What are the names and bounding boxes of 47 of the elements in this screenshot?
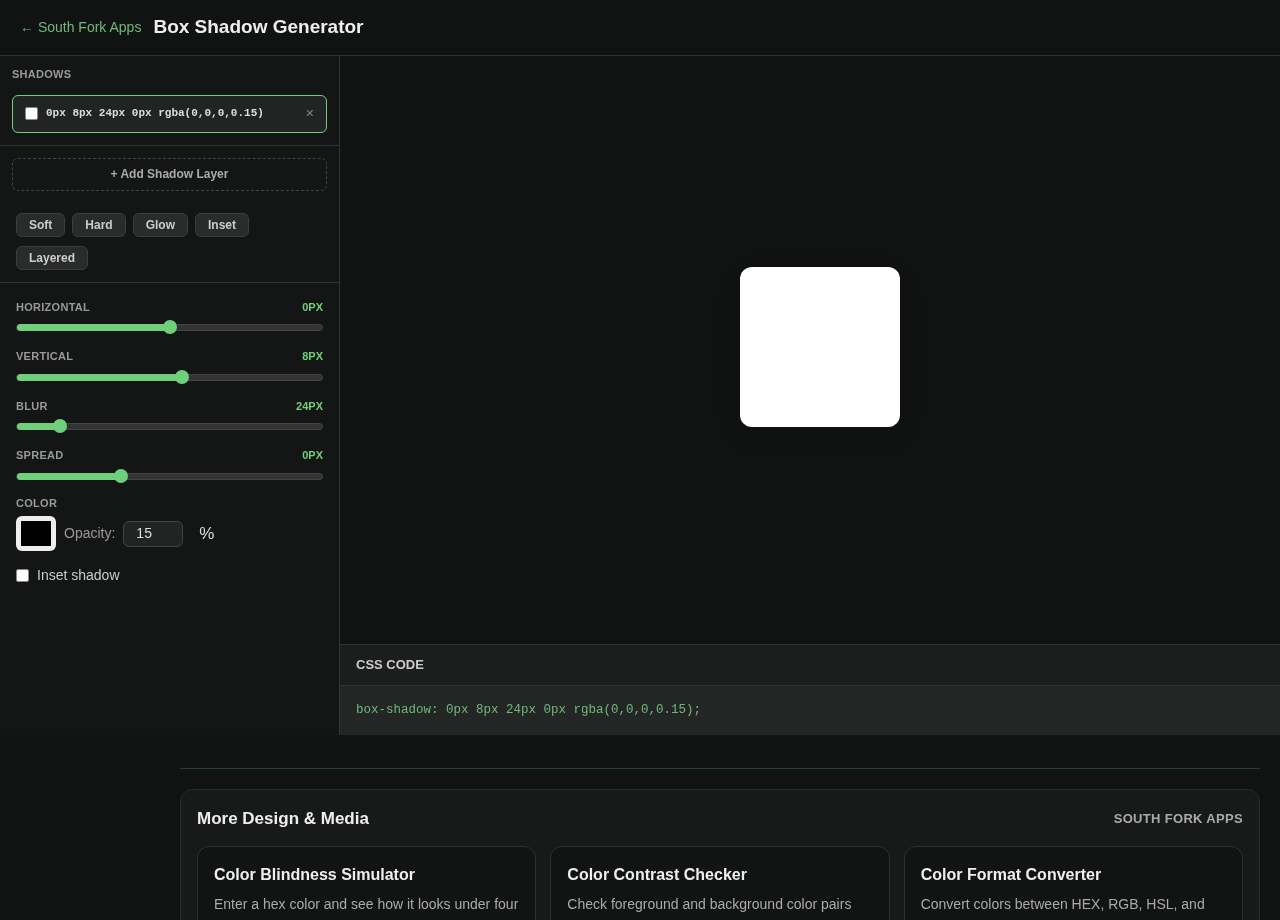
slider-track[interactable] <box>16 373 323 381</box>
preset-button[interactable]: Glow <box>132 212 188 237</box>
slider-label: SPREAD <box>16 448 64 463</box>
percent-label: % <box>199 522 215 545</box>
css-heading: CSS CODE <box>356 656 424 675</box>
preset-button[interactable]: Layered <box>16 245 89 270</box>
inset-label: Inset shadow <box>37 566 120 585</box>
slider-reading: 8PX <box>302 349 323 364</box>
preset-button[interactable]: Inset <box>195 212 250 237</box>
opacity-label: Opacity: <box>64 524 116 543</box>
tool-card[interactable]: Color Contrast Checker Check foreground and background color pairs <box>550 845 890 920</box>
slider-thumb[interactable] <box>52 419 67 433</box>
brand-label: SOUTH FORK APPS <box>1113 810 1243 828</box>
layer-checkbox[interactable] <box>25 107 38 120</box>
slider-reading: 24PX <box>296 398 323 414</box>
slider-thumb[interactable] <box>174 369 189 384</box>
preset-button[interactable]: Soft <box>16 212 66 237</box>
card-description: Convert colors between HEX, RGB, HSL, and <box>920 894 1206 914</box>
tool-card[interactable]: Color Format Converter Convert colors between HEX, RGB, HSL, and <box>903 845 1243 920</box>
slider-track[interactable] <box>16 472 323 480</box>
card-description: Check foreground and background color pairs <box>567 894 853 914</box>
css-code: box-shadow: 0px 8px 24px 0px rgba(0,0,0,0.15); <box>356 702 702 720</box>
card-description: Enter a hex color and see how it looks under four <box>214 894 520 914</box>
shadow-layer-item[interactable]: 0px 8px 24px 0px rgba(0,0,0,0.15) × <box>12 94 327 133</box>
inset-checkbox[interactable] <box>16 569 29 582</box>
slider-reading: 0PX <box>302 299 323 315</box>
slider-thumb[interactable] <box>113 468 128 483</box>
back-link[interactable]: ← South Fork Apps <box>20 17 142 38</box>
section-title: More Design & Media <box>197 808 369 830</box>
color-label: COLOR <box>16 495 59 511</box>
slider-thumb[interactable] <box>162 320 177 334</box>
slider-label: VERTICAL <box>16 349 74 364</box>
page-title: Box Shadow Generator <box>153 15 364 40</box>
remove-button[interactable]: × <box>305 103 314 124</box>
slider-reading: 0PX <box>302 448 323 463</box>
layer-value: 0px 8px 24px 0px rgba(0,0,0,0.15) <box>46 106 265 122</box>
add-layer-button[interactable]: + Add Shadow Layer <box>12 157 327 191</box>
slider-label: BLUR <box>16 398 48 414</box>
slider-label: HORIZONTAL <box>16 299 91 315</box>
card-title: Color Format Converter <box>920 864 1103 885</box>
tool-card[interactable]: Color Blindness Simulator Enter a hex color and see how it looks under four <box>197 845 537 920</box>
color-swatch[interactable] <box>16 516 56 551</box>
card-title: Color Contrast Checker <box>567 864 748 885</box>
preset-button[interactable]: Hard <box>72 212 126 237</box>
opacity-field[interactable]: 15 <box>123 520 184 547</box>
section-heading: SHADOWS <box>12 67 73 82</box>
card-title: Color Blindness Simulator <box>214 864 416 885</box>
